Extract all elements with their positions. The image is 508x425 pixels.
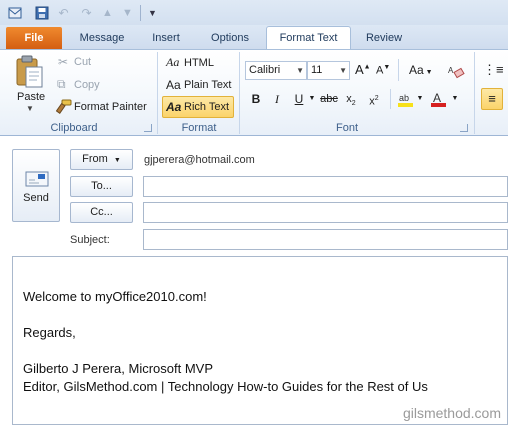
grow-font-icon[interactable]: A▲ <box>355 62 371 77</box>
cc-field[interactable] <box>143 202 508 223</box>
to-button[interactable]: To... <box>70 176 133 197</box>
from-button[interactable]: From ▼ <box>70 149 133 170</box>
chevron-down-icon: ▼ <box>339 66 347 75</box>
tab-format-text[interactable]: Format Text <box>266 26 351 50</box>
body-line-signature-title: Editor, GilsMethod.com | Technology How-… <box>23 379 428 394</box>
format-painter-icon <box>55 99 72 114</box>
watermark: gilsmethod.com <box>402 405 501 421</box>
svg-text:ab: ab <box>399 93 409 103</box>
copy-button[interactable]: Copy <box>74 79 100 91</box>
tab-options[interactable]: Options <box>200 28 260 49</box>
rich-text-icon: Aa <box>166 100 182 114</box>
svg-text:A: A <box>448 66 454 75</box>
font-family-select[interactable]: Calibri ▼ <box>245 61 307 80</box>
plain-text-icon: Aa <box>166 78 181 92</box>
send-button[interactable]: Send <box>12 149 60 222</box>
highlight-dropdown-icon[interactable]: ▼ <box>415 90 425 108</box>
font-launcher-icon[interactable] <box>460 124 468 132</box>
group-divider <box>474 52 475 134</box>
chevron-down-icon: ▼ <box>113 157 121 164</box>
format-group-label: Format <box>181 122 217 134</box>
paste-dropdown-icon[interactable]: ▼ <box>26 104 34 113</box>
send-envelope-icon <box>25 170 49 188</box>
html-format-icon: Aa <box>166 55 180 69</box>
tab-message[interactable]: Message <box>72 28 132 49</box>
font-divider <box>398 59 399 81</box>
subscript-icon[interactable]: x2 <box>343 90 359 108</box>
tab-file[interactable]: File <box>6 27 62 49</box>
font-divider <box>390 89 391 109</box>
tab-review[interactable]: Review <box>358 28 410 49</box>
arrow-down-icon[interactable]: ▼ <box>119 4 136 21</box>
customize-qat-icon[interactable]: ▼ <box>144 4 161 21</box>
highlight-icon[interactable]: ab <box>397 90 415 108</box>
subject-field[interactable] <box>143 229 508 250</box>
tab-insert[interactable]: Insert <box>140 28 192 49</box>
to-field[interactable] <box>143 176 508 197</box>
send-label: Send <box>23 192 49 204</box>
cut-button[interactable]: Cut <box>74 56 91 68</box>
html-format-button[interactable]: HTML <box>184 57 214 69</box>
strikethrough-icon[interactable]: abc <box>318 90 340 108</box>
align-left-icon[interactable]: ≡ <box>481 88 503 110</box>
superscript-icon[interactable]: x2 <box>366 90 382 108</box>
font-size-select[interactable]: 11 ▼ <box>307 61 350 80</box>
body-line-regards: Regards, <box>23 325 76 340</box>
shrink-font-icon[interactable]: A▼ <box>376 64 390 77</box>
redo-icon[interactable]: ↷ <box>78 4 95 21</box>
save-icon[interactable] <box>33 4 50 21</box>
arrow-up-icon[interactable]: ▲ <box>99 4 116 21</box>
underline-icon[interactable]: U <box>292 90 306 108</box>
rich-text-label: Rich Text <box>184 101 230 113</box>
font-color-dropdown-icon[interactable]: ▼ <box>450 90 460 108</box>
font-family-value: Calibri <box>249 64 281 76</box>
paste-label[interactable]: Paste <box>17 91 45 103</box>
from-label: From <box>82 153 108 165</box>
rich-text-button[interactable]: Aa Rich Text <box>162 96 234 118</box>
bullets-icon[interactable]: ⋮≡ <box>483 62 504 78</box>
body-line-welcome: Welcome to myOffice2010.com! <box>23 289 207 304</box>
format-painter-button[interactable]: Format Painter <box>74 101 147 113</box>
outlook-app-icon[interactable] <box>6 4 23 21</box>
change-case-icon[interactable]: Aa ▼ <box>409 63 433 77</box>
group-divider <box>239 52 240 134</box>
underline-dropdown-icon[interactable]: ▼ <box>308 90 316 108</box>
chevron-down-icon: ▼ <box>296 66 304 75</box>
italic-icon[interactable]: I <box>270 90 284 108</box>
paste-icon[interactable] <box>14 55 46 89</box>
group-divider <box>157 52 158 134</box>
clipboard-launcher-icon[interactable] <box>144 124 152 132</box>
clipboard-group-label: Clipboard <box>50 122 98 134</box>
quick-access-toolbar: ↶ ↷ ▲ ▼ ▼ <box>0 0 508 25</box>
plain-text-button[interactable]: Plain Text <box>184 79 232 91</box>
cc-button[interactable]: Cc... <box>70 202 133 223</box>
bold-icon[interactable]: B <box>249 90 263 108</box>
subject-label: Subject: <box>70 234 110 246</box>
qat-divider <box>140 5 141 21</box>
copy-icon: ⧉ <box>57 77 66 91</box>
font-group-label: Font <box>335 122 358 134</box>
message-body-editor[interactable] <box>12 256 508 425</box>
undo-icon[interactable]: ↶ <box>55 4 72 21</box>
font-color-icon[interactable]: A <box>430 90 448 108</box>
font-size-value: 11 <box>311 64 323 76</box>
body-line-signature-name: Gilberto J Perera, Microsoft MVP <box>23 361 213 376</box>
scissors-icon: ✂ <box>58 55 69 69</box>
svg-text:A: A <box>433 91 441 105</box>
clear-formatting-icon[interactable]: A <box>446 62 466 80</box>
from-account-value: gjperera@hotmail.com <box>144 154 255 166</box>
